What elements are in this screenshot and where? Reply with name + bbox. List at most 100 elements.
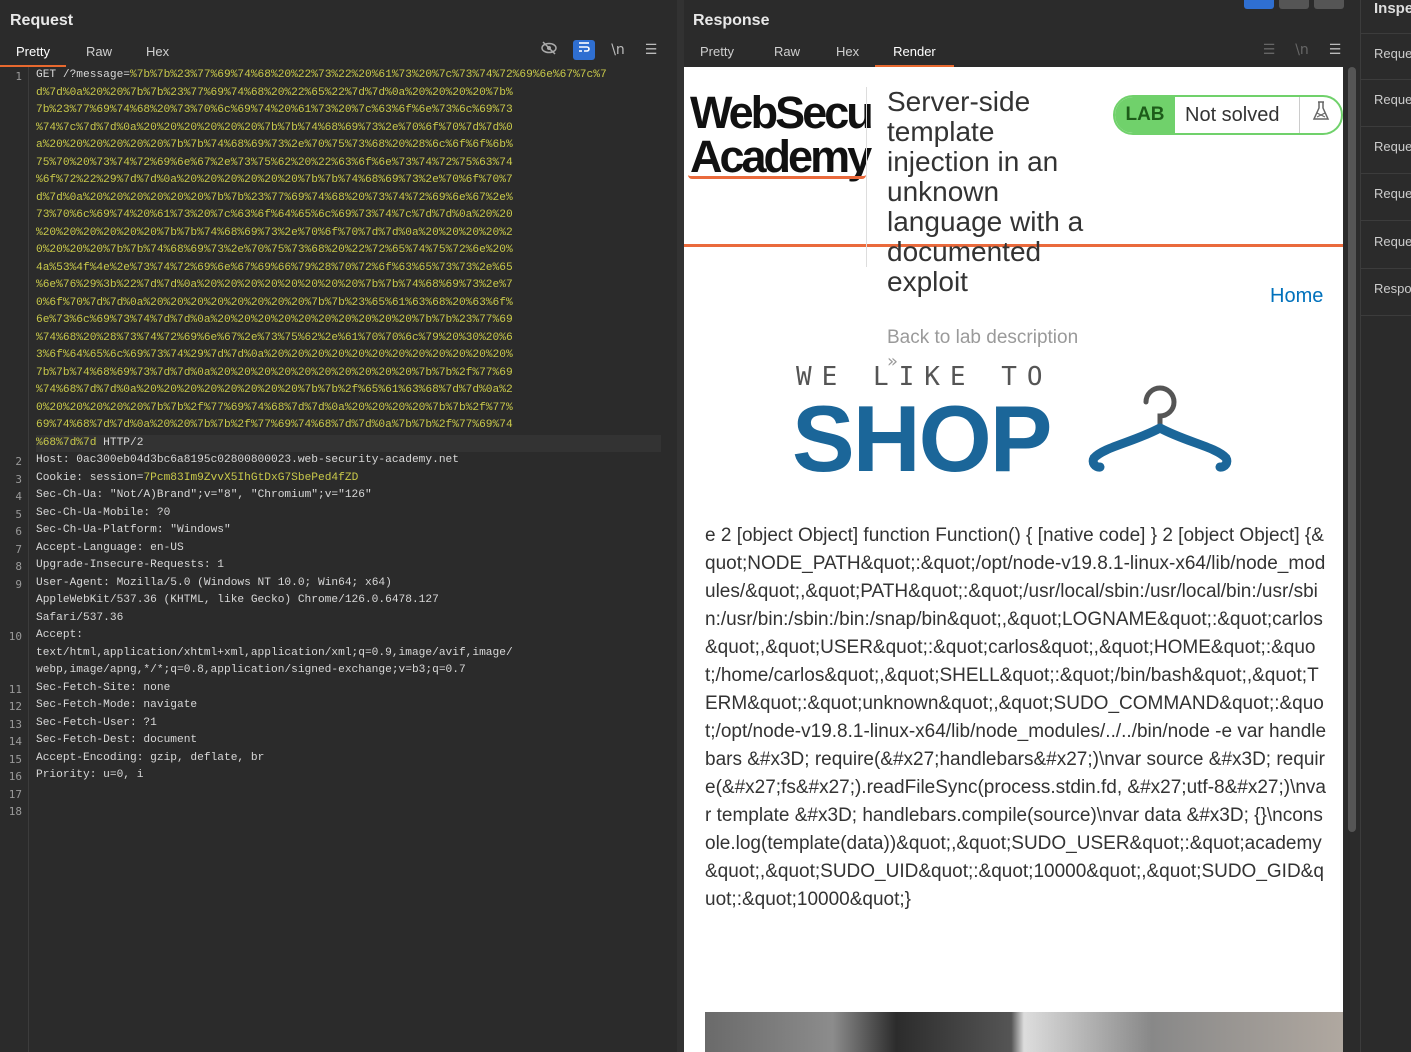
blog-image xyxy=(705,1012,1343,1052)
line-number: 9 xyxy=(15,577,22,591)
code-text: none xyxy=(136,681,171,694)
code-line: Cookie: session=7Pcm83Im9ZvvX5IhGtDxG7Sb… xyxy=(36,470,661,488)
code-line: 3%6f%64%65%6c%69%73%74%29%7d%7d%0a%20%20… xyxy=(36,347,661,365)
code-text: document xyxy=(136,734,198,746)
layout-vertical-button[interactable] xyxy=(1314,0,1344,9)
code-line: 6e%73%6c%69%73%74%7d%7d%0a%20%20%20%20%2… xyxy=(36,312,661,330)
render-viewport[interactable]: WebSecu Academy Server-side template inj… xyxy=(684,67,1343,1052)
lab-label: LAB xyxy=(1115,97,1175,133)
line-number: 3 xyxy=(15,472,22,486)
hide-icon[interactable] xyxy=(538,40,560,60)
code-line: AppleWebKit/537.36 (KHTML, like Gecko) C… xyxy=(36,592,661,610)
code-text: Accept-Language xyxy=(36,541,137,554)
colon: : xyxy=(203,559,211,571)
code-line: a%20%20%20%20%20%20%7b%7b%74%68%69%73%2e… xyxy=(36,137,661,155)
code-line: Accept: xyxy=(36,627,661,645)
colon: : xyxy=(76,471,84,484)
inspector-item[interactable]: Reque xyxy=(1361,127,1411,174)
menu-icon[interactable]: ☰ xyxy=(640,40,662,60)
inspector-item[interactable]: Reque xyxy=(1361,33,1411,80)
code-text: Priority xyxy=(36,769,90,781)
line-number: 4 xyxy=(15,490,22,503)
code-line: %74%68%7d%7d%0a%20%20%20%20%20%20%20%20%… xyxy=(36,382,661,400)
code-line: 7b%7b%74%68%69%73%7d%7d%0a%20%20%20%20%2… xyxy=(36,365,661,383)
home-link[interactable]: Home xyxy=(1270,285,1323,308)
code-text: Sec-Fetch-Mode xyxy=(36,699,130,711)
encoded-payload: 0%6f%70%7d%7d%0a%20%20%20%20%20%20%20%20… xyxy=(36,296,513,309)
newline-icon[interactable]: \n xyxy=(1291,40,1313,60)
encoded-payload: 6e%73%6c%69%73%74%7d%7d%0a%20%20%20%20%2… xyxy=(36,314,513,326)
wrap-icon[interactable]: ☰ xyxy=(1258,40,1280,60)
code-text: Sec-Ch-Ua xyxy=(36,489,97,501)
encoded-payload: 0%20%20%20%20%20%7b%7b%2f%77%69%74%68%7d… xyxy=(36,401,513,414)
code-text: Cookie xyxy=(36,471,77,484)
code-line: Sec-Ch-Ua-Mobile: ?0 xyxy=(36,505,661,523)
tab-pretty[interactable]: Pretty xyxy=(684,42,750,67)
layout-split-button[interactable] xyxy=(1244,0,1274,9)
menu-icon[interactable]: ☰ xyxy=(1324,40,1346,60)
code-line: Sec-Fetch-Site: none xyxy=(36,680,661,698)
code-text: AppleWebKit/537.36 (KHTML, like Gecko) C… xyxy=(36,594,439,606)
code-text: User-Agent xyxy=(36,576,104,589)
code-line: %20%20%20%20%20%20%7b%7b%74%68%69%73%2e%… xyxy=(36,225,661,243)
newline-icon[interactable]: \n xyxy=(607,40,629,60)
colon: : xyxy=(156,524,164,536)
response-title: Response xyxy=(693,12,770,29)
code-text: webp,image/apng,*/*;q=0.8,application/si… xyxy=(36,664,466,676)
encoded-payload: 75%70%20%73%74%72%69%6e%67%2e%73%75%62%2… xyxy=(36,156,513,169)
line-number: 7 xyxy=(15,542,22,556)
encoded-payload: 3%6f%64%65%6c%69%73%74%29%7d%7d%0a%20%20… xyxy=(36,349,513,361)
line-number: 6 xyxy=(15,525,22,538)
code-line: Sec-Ch-Ua-Platform: "Windows" xyxy=(36,522,661,540)
code-text: Mozilla/5.0 (Windows NT 10.0; Win64; x64… xyxy=(109,576,392,589)
code-text: Sec-Ch-Ua-Mobile xyxy=(36,506,144,519)
request-editor[interactable]: GET /?message=%7b%7b%23%77%69%74%68%20%2… xyxy=(36,67,661,820)
render-scrollbar[interactable] xyxy=(1343,67,1360,1052)
code-text: Sec-Ch-Ua-Platform xyxy=(36,524,157,536)
lab-title: Server-side template injection in an unk… xyxy=(887,86,1084,297)
academy-logo[interactable]: WebSecu Academy xyxy=(690,90,874,179)
encoded-payload: %74%68%20%28%73%74%72%69%6e%67%2e%73%75%… xyxy=(36,331,513,344)
code-line: Sec-Fetch-Dest: document xyxy=(36,732,661,750)
tab-hex[interactable]: Hex xyxy=(816,42,875,67)
code-text: u=0, i xyxy=(96,769,144,781)
layout-horizontal-button[interactable] xyxy=(1279,0,1309,9)
line-number: 8 xyxy=(15,560,22,573)
code-text: HTTP/2 xyxy=(96,436,144,449)
code-line: Sec-Fetch-User: ?1 xyxy=(36,715,661,733)
code-line: webp,image/apng,*/*;q=0.8,application/si… xyxy=(36,662,661,680)
tab-raw[interactable]: Raw xyxy=(66,42,128,67)
colon: : xyxy=(76,629,84,641)
lab-status-text: Not solved xyxy=(1185,104,1280,126)
inspector-item[interactable]: Reque xyxy=(1361,222,1411,269)
inspector-item[interactable]: Reque xyxy=(1361,174,1411,221)
code-text: ?0 xyxy=(150,506,171,519)
code-text: ?1 xyxy=(136,716,157,729)
tab-pretty[interactable]: Pretty xyxy=(0,42,66,67)
code-line: %6e%76%29%3b%22%7d%7d%0a%20%20%20%20%20%… xyxy=(36,277,661,295)
logo-swoosh xyxy=(688,175,866,179)
code-line: Sec-Ch-Ua: "Not/A)Brand";v="8", "Chromiu… xyxy=(36,487,661,505)
request-pane: Request Pretty Raw Hex \n ☰ 1 2 3 4 5 6 7 8 9 10 1… xyxy=(0,0,677,1052)
pane-divider[interactable] xyxy=(677,0,684,1052)
code-line: d%7d%0a%20%20%7b%7b%23%77%69%74%68%20%22… xyxy=(36,85,661,103)
encoded-payload: %6e%76%29%3b%22%7d%7d%0a%20%20%20%20%20%… xyxy=(36,279,513,291)
cookie-value: 7Pcm83Im9ZvvX5IhGtDxG7SbePed4fZD xyxy=(143,471,359,484)
code-line: Safari/537.36 xyxy=(36,610,661,628)
code-line: User-Agent: Mozilla/5.0 (Windows NT 10.0… xyxy=(36,575,661,593)
wrap-icon[interactable] xyxy=(573,40,595,60)
line-number: 14 xyxy=(8,735,22,748)
inspector-item[interactable]: Respo xyxy=(1361,269,1411,316)
colon: : xyxy=(103,576,110,589)
back-to-lab-link[interactable]: Back to lab description xyxy=(887,327,1078,349)
line-number: 12 xyxy=(8,700,22,713)
code-line: Accept-Language: en-US xyxy=(36,540,661,558)
code-line: Sec-Fetch-Mode: navigate xyxy=(36,697,661,715)
tab-hex[interactable]: Hex xyxy=(128,42,185,67)
line-number-gutter: 1 2 3 4 5 6 7 8 9 10 11 12 13 14 15 16 17 18 xyxy=(0,67,29,1052)
tab-render[interactable]: Render xyxy=(875,42,954,67)
inspector-item[interactable]: Reque xyxy=(1361,80,1411,127)
tab-raw[interactable]: Raw xyxy=(750,42,816,67)
scroll-thumb[interactable] xyxy=(1348,67,1356,832)
